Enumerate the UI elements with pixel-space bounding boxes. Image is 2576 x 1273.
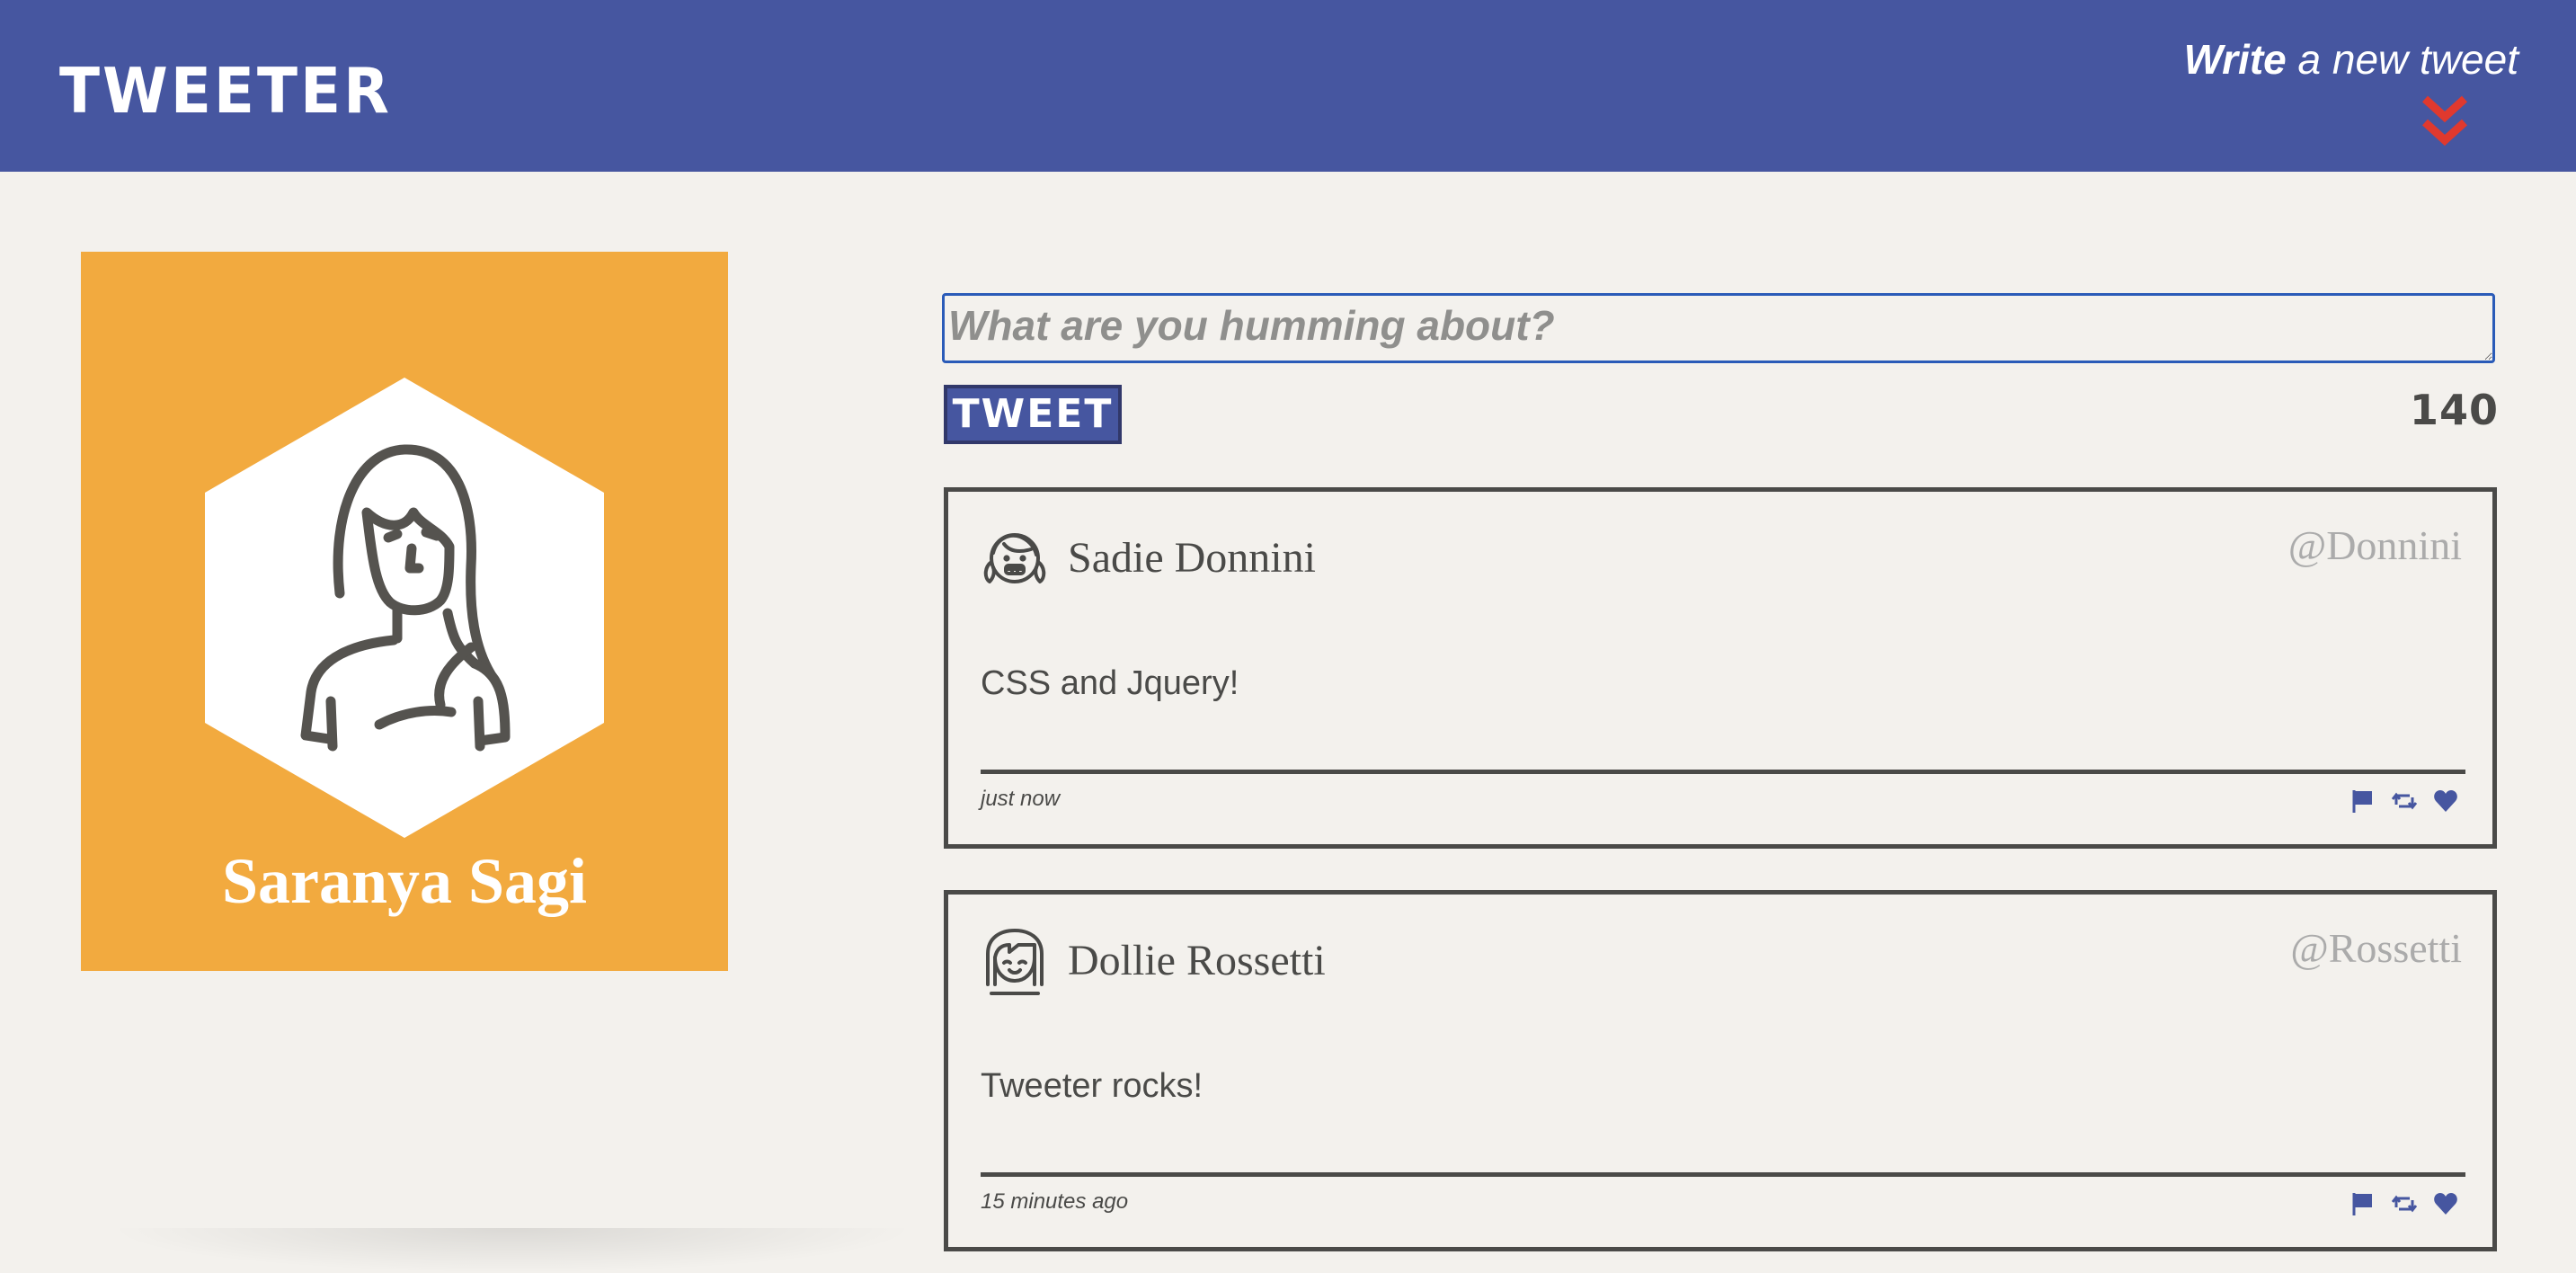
tweet-card: Dollie Rossetti @Rossetti Tweeter rocks!…: [944, 890, 2497, 1251]
tweet-text-input[interactable]: [942, 293, 2495, 363]
top-nav: TWEETER Write a new tweet: [0, 0, 2576, 172]
tweet-author-name: Dollie Rossetti: [1068, 937, 1326, 984]
tweet-timestamp: 15 minutes ago: [981, 1189, 1129, 1214]
tweet-divider: [981, 1172, 2465, 1177]
profile-name: Saranya Sagi: [221, 845, 588, 917]
write-new-tweet-label-rest: a new tweet: [2286, 36, 2519, 83]
tweet-author-name: Sadie Donnini: [1068, 534, 1316, 582]
brand-logo[interactable]: TWEETER: [59, 54, 392, 129]
character-counter: 140: [2409, 386, 2499, 434]
smiling-girl-avatar-icon: [983, 533, 1046, 583]
retweet-icon[interactable]: [2392, 1191, 2417, 1216]
profile-avatar: [205, 378, 604, 838]
tweet-actions: [2345, 785, 2462, 815]
tweet-body: CSS and Jquery!: [981, 664, 1239, 702]
heart-icon[interactable]: [2433, 1191, 2458, 1216]
retweet-icon[interactable]: [2392, 788, 2417, 814]
write-new-tweet-toggle[interactable]: Write a new tweet: [2123, 32, 2518, 158]
tweet-body: Tweeter rocks!: [981, 1067, 1204, 1105]
double-chevron-down-icon[interactable]: [2416, 92, 2474, 149]
tweet-author-handle: @Donnini: [2287, 522, 2462, 568]
tweet-actions: [2345, 1188, 2462, 1218]
flag-icon[interactable]: [2350, 788, 2376, 814]
tweet-divider: [981, 770, 2465, 774]
tweet-submit-button[interactable]: TWEET: [944, 385, 1122, 444]
write-new-tweet-label-bold: Write: [2183, 36, 2287, 83]
heart-icon[interactable]: [2433, 788, 2458, 814]
flag-icon[interactable]: [2350, 1191, 2376, 1216]
bottom-shadow: [108, 1228, 917, 1273]
tweet-timestamp: just now: [981, 787, 1061, 811]
tweet-author-handle: @Rossetti: [2290, 925, 2462, 971]
tweet-card: Sadie Donnini @Donnini CSS and Jquery! j…: [944, 487, 2497, 849]
bangs-girl-avatar-icon: [986, 929, 1044, 995]
write-new-tweet-label[interactable]: Write a new tweet: [2123, 32, 2518, 86]
